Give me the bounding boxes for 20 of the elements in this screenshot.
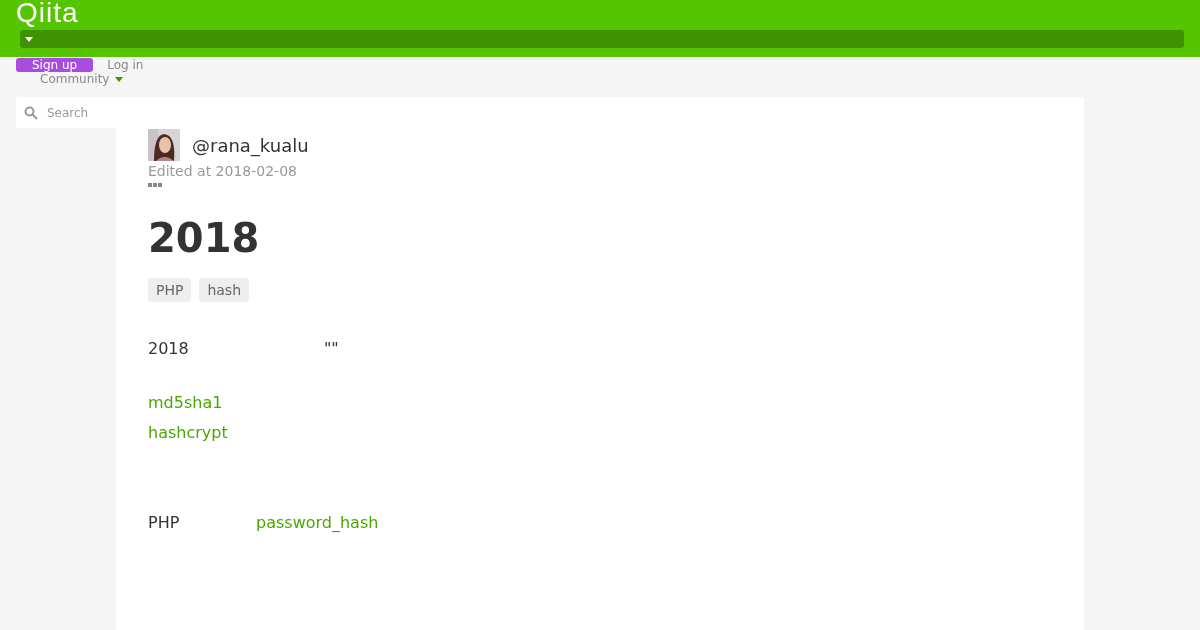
author-name[interactable]: @rana_kualu [192,134,309,156]
quote-text: "" [324,338,339,360]
paragraph-text: 2018 [148,338,190,360]
article-link[interactable]: md5sha1 [148,388,223,418]
tag-chip[interactable]: PHP [148,278,192,302]
log-in-link[interactable]: Log in [107,58,144,72]
article-link[interactable]: password_hash [256,508,379,538]
search-field[interactable]: Search [16,97,116,128]
caret-icon [25,36,33,42]
community-menu[interactable]: Community [40,72,1184,86]
site-logo[interactable]: Qiita [16,0,1184,30]
article-title: 2018 [148,214,261,262]
edited-date: Edited at 2018-02-08 [148,163,298,179]
tag-chip[interactable]: hash [199,278,250,302]
article-link[interactable]: hashcrypt [148,418,228,448]
paragraph-text: PHP [148,512,181,534]
sign-up-button[interactable]: Sign up [16,58,94,72]
caret-icon [115,76,124,82]
search-icon [24,105,38,120]
more-icon[interactable] [148,183,163,188]
